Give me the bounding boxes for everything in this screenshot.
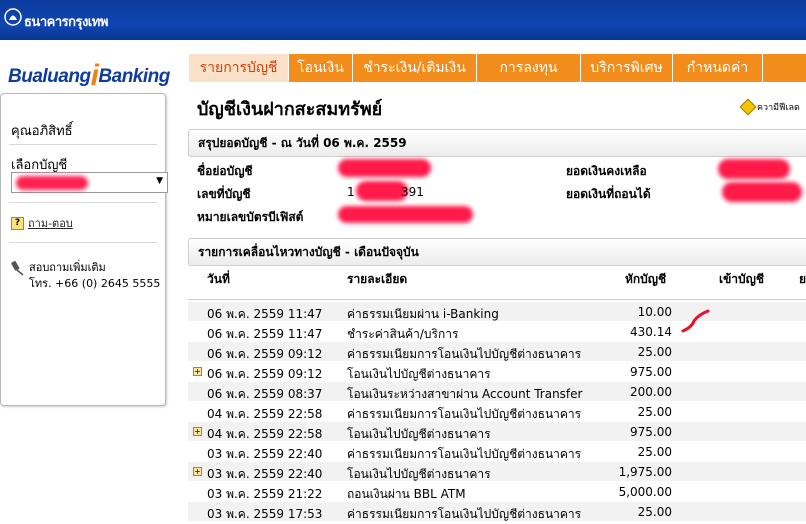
tab-accounts[interactable]: รายการบัญชี (189, 54, 289, 82)
bank-name: ธนาคารกรุงเทพ (24, 15, 108, 30)
top-bar: ธนาคารกรุงเทพ (0, 0, 806, 40)
row-debit: 430.14 (630, 325, 672, 339)
tab-transfer[interactable]: โอนเงิน (289, 54, 353, 82)
faq-label: ถาม-ตอบ (28, 217, 73, 230)
question-icon: ? (11, 216, 24, 230)
col-date[interactable]: วันที่ (207, 270, 230, 289)
sidebar-divider (9, 144, 157, 145)
account-number-prefix: 1 (347, 185, 355, 199)
col-debit[interactable]: หักบัญชี (625, 270, 666, 289)
sidebar: คุณอภิสิทธิ์ เลือกบัญชี ▼ ? ถาม-ตอบ สอบถ… (0, 93, 168, 406)
redacted-balance (718, 159, 790, 179)
sidebar-divider (9, 242, 157, 243)
debit-card-label: หมายเลขบัตรบีเฟิสต์ (197, 210, 304, 224)
expand-icon[interactable]: + (193, 427, 202, 436)
row-debit: 200.00 (630, 385, 672, 399)
row-debit: 25.00 (637, 345, 672, 359)
transactions-header: วันที่ รายละเอียด หักบัญชี เข้าบัญชี ย (188, 268, 806, 300)
redacted-debit-card (338, 206, 473, 223)
redacted-account (16, 176, 88, 190)
row-debit: 10.00 (637, 305, 672, 319)
sidebar-divider (9, 202, 157, 203)
table-row: 04 พ.ค. 2559 22:58 ค่าธรรมเนียมการโอนเงิ… (188, 402, 806, 422)
row-debit: 25.00 (637, 405, 672, 419)
contact-phone: โทร. +66 (0) 2645 5555 (29, 277, 161, 290)
red-check-mark-icon (681, 309, 710, 333)
account-number-suffix: 391 (401, 185, 424, 199)
table-row: + 04 พ.ค. 2559 22:58 โอนเงินไปบัญชีต่างธ… (188, 422, 806, 442)
row-debit: 975.00 (630, 425, 672, 439)
bualuang-ibanking-logo[interactable]: BualuangiBanking (8, 56, 170, 92)
table-row: 06 พ.ค. 2559 11:47 ค่าธรรมเนียมผ่าน i-Ba… (188, 302, 806, 322)
col-description[interactable]: รายละเอียด (347, 270, 407, 289)
help-link[interactable]: ความีฟีเลด (739, 98, 800, 116)
tab-payment-topup[interactable]: ชำระเงิน/เติมเงิน (353, 54, 477, 82)
account-name-label: ชื่อย่อบัญชี (197, 164, 253, 178)
balance-label: ยอดเงินคงเหลือ (566, 164, 647, 178)
transactions-table: 06 พ.ค. 2559 11:47 ค่าธรรมเนียมผ่าน i-Ba… (188, 302, 806, 522)
redacted-account-name (338, 159, 431, 177)
table-row: 06 พ.ค. 2559 08:37 โอนเงินระหว่างสาขาผ่า… (188, 382, 806, 402)
table-row: 06 พ.ค. 2559 09:12 ค่าธรรมเนียมการโอนเงิ… (188, 342, 806, 362)
tab-settings[interactable]: กำหนดค่า (673, 54, 763, 82)
help-label: ความีฟีเลด (757, 103, 800, 113)
col-extra[interactable]: ย (799, 270, 806, 289)
table-row: + 06 พ.ค. 2559 09:12 โอนเงินไปบัญชีต่างธ… (188, 362, 806, 382)
redacted-available (722, 182, 802, 202)
expand-icon[interactable]: + (193, 467, 202, 476)
row-debit: 25.00 (637, 505, 672, 519)
chevron-down-icon: ▼ (156, 176, 163, 186)
account-number-label: เลขที่บัญชี (197, 187, 251, 201)
table-row: + 03 พ.ค. 2559 22:40 โอนเงินไปบัญชีต่างธ… (188, 462, 806, 482)
expand-icon[interactable]: + (193, 367, 202, 376)
row-description: ค่าธรรมเนียมการโอนเงินไปบัญชีต่างธนาคาร (347, 507, 582, 521)
tab-overflow[interactable] (763, 54, 806, 82)
help-icon (739, 98, 757, 116)
tab-special-services[interactable]: บริการพิเศษ (581, 54, 673, 82)
brand-row: BualuangiBanking รายการบัญชี โอนเงิน ชำร… (0, 40, 806, 92)
contact-info: สอบถามเพิ่มเติม โทร. +66 (0) 2645 5555 (11, 260, 160, 292)
available-label: ยอดเงินที่ถอนได้ (566, 187, 651, 201)
faq-link[interactable]: ? ถาม-ตอบ (11, 214, 73, 232)
bank-logo-icon (4, 8, 22, 26)
contact-title: สอบถามเพิ่มเติม (29, 261, 106, 274)
privilege-label: คุณอภิสิทธิ์ (11, 124, 73, 139)
account-select[interactable]: ▼ (11, 172, 168, 193)
table-row: 03 พ.ค. 2559 22:40 ค่าธรรมเนียมการโอนเงิ… (188, 442, 806, 462)
row-debit: 25.00 (637, 445, 672, 459)
summary-heading: สรุปยอดบัญชี - ณ วันที่ 06 พ.ค. 2559 (188, 129, 806, 157)
row-date: 03 พ.ค. 2559 17:53 (207, 507, 323, 521)
row-debit: 1,975.00 (618, 465, 672, 479)
page-title: บัญชีเงินฝากสะสมทรัพย์ (197, 99, 383, 120)
main-nav: รายการบัญชี โอนเงิน ชำระเงิน/เติมเงิน กา… (189, 54, 806, 82)
row-debit: 5,000.00 (618, 485, 672, 499)
row-debit: 975.00 (630, 365, 672, 379)
table-row: 06 พ.ค. 2559 11:47 ชำระค่าสินค้า/บริการ … (188, 322, 806, 342)
table-row: 03 พ.ค. 2559 21:22 ถอนเงินผ่าน BBL ATM 5… (188, 482, 806, 502)
tab-investment[interactable]: การลงทุน (477, 54, 581, 82)
table-row: 03 พ.ค. 2559 17:53 ค่าธรรมเนียมการโอนเงิ… (188, 502, 806, 522)
phone-icon (11, 261, 24, 276)
transactions-heading: รายการเคลื่อนไหวทางบัญชี - เดือนปัจจุบัน (188, 238, 806, 266)
col-credit[interactable]: เข้าบัญชี (719, 270, 764, 289)
